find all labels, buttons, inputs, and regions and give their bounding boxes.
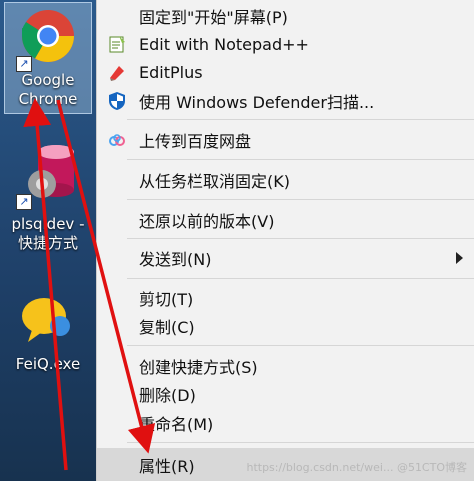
menu-item-label: 固定到"开始"屏幕(P) (139, 8, 288, 27)
menu-item-label: 发送到(N) (139, 250, 212, 269)
menu-item-restore-previous[interactable]: 还原以前的版本(V) (97, 206, 474, 234)
menu-item-label: 使用 Windows Defender扫描... (139, 93, 375, 112)
menu-item-label: 重命名(M) (139, 415, 214, 434)
icon-label: FeiQ.exe (15, 355, 81, 373)
menu-item-label: 上传到百度网盘 (139, 132, 252, 151)
desktop-icon-feiq[interactable]: FeiQ.exe (0, 292, 96, 374)
menu-item-pin-to-start[interactable]: 固定到"开始"屏幕(P) (97, 2, 474, 30)
menu-separator (127, 442, 474, 443)
menu-item-cut[interactable]: 剪切(T) (97, 284, 474, 312)
menu-item-editplus[interactable]: EditPlus (97, 58, 474, 86)
watermark: https://blog.csdn.net/wei... @51CTO博客 (246, 461, 467, 474)
menu-separator (127, 345, 474, 346)
submenu-arrow-icon (456, 252, 463, 264)
shield-icon (109, 92, 125, 110)
menu-separator (127, 159, 474, 160)
menu-separator (127, 238, 474, 239)
icon-label-line1: plsqldev - (11, 215, 85, 233)
menu-item-label: 从任务栏取消固定(K) (139, 172, 290, 191)
feiq-icon (22, 298, 70, 342)
icon-label-line2: Chrome (18, 90, 78, 108)
menu-item-send-to[interactable]: 发送到(N) (97, 244, 474, 272)
desktop-icon-google-chrome[interactable]: ↗ Google Chrome (0, 4, 96, 109)
menu-item-unpin-taskbar[interactable]: 从任务栏取消固定(K) (97, 166, 474, 194)
menu-item-label: 复制(C) (139, 318, 195, 337)
desktop: ↗ Google Chrome ↗ plsqldev - 快捷方式 FeiQ.e… (0, 0, 96, 481)
menu-item-label: 删除(D) (139, 386, 196, 405)
menu-item-label: 还原以前的版本(V) (139, 212, 275, 231)
menu-item-upload-baidu[interactable]: 上传到百度网盘 (97, 126, 474, 154)
icon-label-line1: Google (21, 71, 75, 89)
shortcut-arrow-icon: ↗ (16, 56, 32, 72)
shortcut-arrow-icon: ↗ (16, 194, 32, 210)
baidu-cloud-icon (109, 134, 125, 146)
icon-label-line2: 快捷方式 (17, 234, 78, 252)
context-menu: 固定到"开始"屏幕(P) Edit with Notepad++ EditPlu… (96, 0, 474, 481)
menu-item-delete[interactable]: 删除(D) (97, 380, 474, 408)
menu-item-label: 创建快捷方式(S) (139, 358, 258, 377)
menu-item-rename[interactable]: 重命名(M) (97, 409, 474, 437)
menu-separator (127, 119, 474, 120)
menu-item-copy[interactable]: 复制(C) (97, 312, 474, 340)
menu-separator (127, 199, 474, 200)
notepadpp-icon (109, 36, 125, 53)
menu-item-defender-scan[interactable]: 使用 Windows Defender扫描... (97, 87, 474, 115)
desktop-icon-plsqldev[interactable]: ↗ plsqldev - 快捷方式 (0, 140, 96, 253)
menu-item-label: EditPlus (139, 62, 203, 82)
editplus-icon (110, 66, 124, 81)
menu-item-create-shortcut[interactable]: 创建快捷方式(S) (97, 352, 474, 380)
menu-item-edit-notepadpp[interactable]: Edit with Notepad++ (97, 30, 474, 58)
menu-separator (127, 278, 474, 279)
menu-item-label: Edit with Notepad++ (139, 34, 309, 54)
menu-item-label: 剪切(T) (139, 290, 194, 309)
menu-item-label: 属性(R) (139, 456, 195, 476)
